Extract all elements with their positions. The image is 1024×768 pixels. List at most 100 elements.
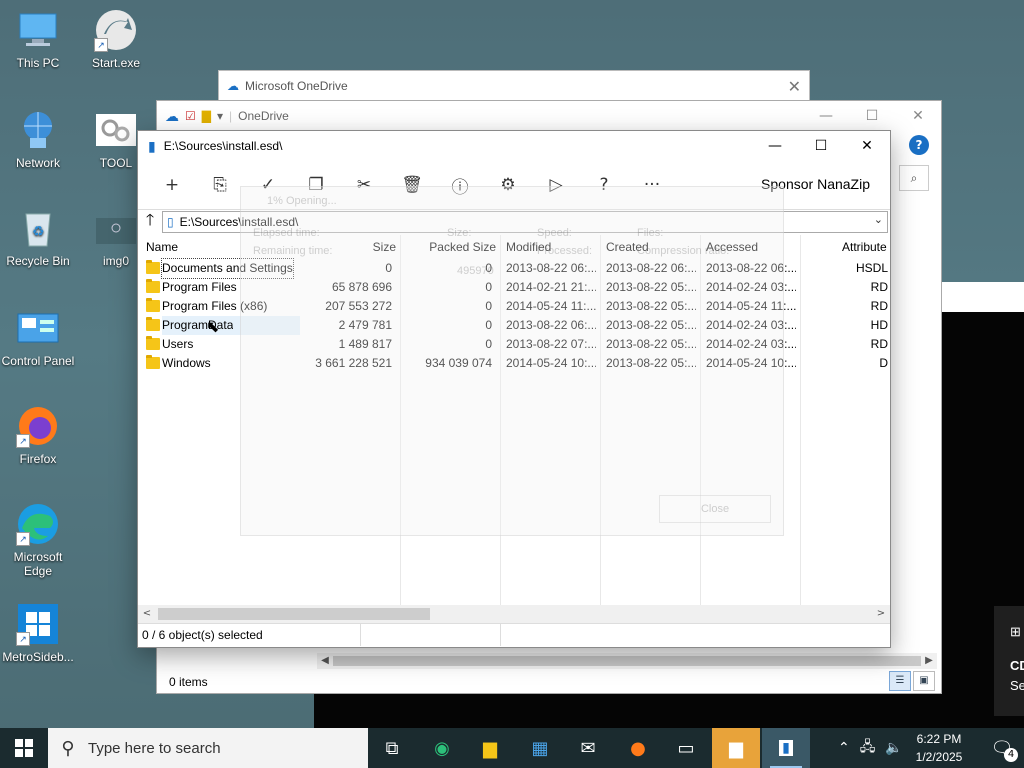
- windows-logo-icon: [15, 739, 33, 757]
- edge-taskbar-icon[interactable]: ◉: [418, 728, 466, 768]
- folder-icon: [146, 298, 160, 312]
- desktop-icon-label: Firefox: [19, 452, 57, 466]
- explorer-maximize-button[interactable]: ☐: [849, 101, 895, 131]
- desktop-icon-label: Recycle Bin: [6, 254, 70, 268]
- quick-access-dropdown-icon[interactable]: ▾: [217, 109, 223, 123]
- desktop-icon-label: Control Panel: [1, 354, 75, 368]
- onedrive-window-title: Microsoft OneDrive: [245, 79, 348, 93]
- desktop-icon-start-exe[interactable]: ↗ Start.exe: [76, 8, 156, 70]
- properties-icon[interactable]: ☑: [185, 109, 196, 123]
- ghost-close-button: Close: [659, 495, 771, 523]
- store-taskbar-icon[interactable]: ▦: [516, 728, 564, 768]
- row-attributes: HSDL: [855, 261, 888, 275]
- mail-taskbar-icon[interactable]: ✉: [564, 728, 612, 768]
- background-window-strip: [936, 282, 1024, 312]
- clock-time: 6:22 PM: [916, 732, 962, 746]
- desktop-icon-metro-sidebar[interactable]: ↗ MetroSideb...: [0, 602, 78, 664]
- desktop-icon-label: This PC: [16, 56, 60, 70]
- desktop-icon-this-pc[interactable]: This PC: [0, 8, 78, 70]
- explorer-help-button[interactable]: ?: [909, 135, 929, 155]
- desktop-icon-label: Network: [15, 156, 60, 170]
- clock-date: 1/2/2025: [915, 750, 963, 764]
- explorer-minimize-button[interactable]: —: [803, 101, 849, 131]
- status-segment: [360, 624, 501, 646]
- explorer-horizontal-scrollbar[interactable]: ◀ ▶: [317, 653, 937, 669]
- onedrive-close-button[interactable]: ✕: [788, 77, 801, 96]
- folder-icon: [146, 317, 160, 331]
- scroll-thumb[interactable]: [158, 608, 430, 620]
- column-header-name[interactable]: Name: [146, 237, 178, 257]
- ghost-label: Speed:: [537, 227, 572, 239]
- notification-toast[interactable]: ⊞ CD Se: [994, 606, 1024, 716]
- network-tray-icon[interactable]: 🖧: [860, 736, 876, 760]
- large-icons-view-icon[interactable]: ▣: [913, 671, 935, 691]
- terminal-taskbar-icon[interactable]: ▭: [662, 728, 710, 768]
- explorer-status-text: 0 items: [169, 675, 208, 689]
- toast-text: Se: [1010, 678, 1024, 693]
- toast-title: CD: [1010, 658, 1024, 673]
- volume-muted-icon[interactable]: 🔈: [885, 740, 902, 756]
- row-name: Program Files: [162, 280, 237, 294]
- scroll-left-icon[interactable]: <: [138, 605, 156, 623]
- desktop-icon-label: MetroSideb...: [2, 650, 74, 664]
- row-name: ProgramData: [162, 318, 234, 332]
- search-icon: ⚲: [61, 737, 75, 758]
- column-header-attributes[interactable]: Attribute: [842, 237, 890, 257]
- explorer-search-icon[interactable]: ⌕: [899, 165, 929, 191]
- recycle-bin-icon: ♻: [16, 206, 60, 250]
- task-view-icon[interactable]: ⧉: [368, 728, 416, 768]
- scroll-right-icon[interactable]: >: [872, 605, 890, 623]
- chevron-up-icon[interactable]: ⌃: [838, 740, 850, 756]
- system-tray: ⌃ 🖧 🔈: [838, 728, 903, 768]
- shortcut-arrow-icon: ↗: [16, 434, 30, 448]
- shortcut-arrow-icon: ↗: [16, 632, 30, 646]
- nanazip-window-title: E:\Sources\install.esd\: [163, 139, 283, 153]
- nanazip-taskbar-icon[interactable]: ▮: [762, 728, 810, 768]
- row-attributes: HD: [870, 318, 888, 332]
- folder-icon: [146, 355, 160, 369]
- clock[interactable]: 6:22 PM 1/2/2025: [906, 730, 972, 766]
- ghost-label: Processed:: [537, 245, 593, 257]
- folder-icon[interactable]: ▇: [202, 109, 211, 123]
- onedrive-cloud-icon: ☁: [165, 107, 179, 124]
- ghost-label: Compression ratio:: [637, 245, 730, 257]
- desktop-icon-control-panel[interactable]: Control Panel: [0, 306, 78, 368]
- explorer-close-button[interactable]: ✕: [895, 101, 941, 131]
- extract-icon[interactable]: ⎘: [196, 165, 244, 205]
- svg-text:♻: ♻: [32, 223, 45, 239]
- add-icon[interactable]: +: [148, 165, 196, 205]
- horizontal-scrollbar[interactable]: < >: [138, 605, 890, 623]
- start-button[interactable]: [0, 728, 48, 768]
- chevron-down-icon[interactable]: ⌄: [874, 213, 883, 226]
- row-name: Users: [162, 337, 194, 351]
- metro-sidebar-icon: ↗: [16, 602, 60, 646]
- folder-icon: [146, 336, 160, 350]
- action-center-button[interactable]: 🗨 4: [980, 728, 1024, 768]
- network-icon: [16, 108, 60, 152]
- file-explorer-taskbar-icon[interactable]: ▆: [466, 728, 514, 768]
- taskbar-search-box[interactable]: ⚲ Type here to search: [48, 728, 368, 768]
- desktop-icon-network[interactable]: Network: [0, 108, 78, 170]
- nanazip-minimize-button[interactable]: —: [752, 131, 798, 161]
- scroll-left-icon[interactable]: ◀: [317, 653, 333, 669]
- status-bar: 0 / 6 object(s) selected: [138, 623, 890, 646]
- desktop-icon-recycle-bin[interactable]: ♻ Recycle Bin: [0, 206, 78, 268]
- ghost-title: 1% Opening...: [267, 195, 337, 207]
- nanazip-maximize-button[interactable]: ☐: [798, 131, 844, 161]
- onedrive-explorer-taskbar-icon[interactable]: ▆: [712, 728, 760, 768]
- ghost-value: 495970: [457, 265, 494, 277]
- desktop-icon-edge[interactable]: ↗ Microsoft Edge: [0, 502, 78, 578]
- firefox-taskbar-icon[interactable]: ●: [614, 728, 662, 768]
- details-view-icon[interactable]: ☰: [889, 671, 911, 691]
- row-attributes: RD: [870, 299, 888, 313]
- ghost-progress-dialog: 1% Opening... Elapsed time: Remaining ti…: [240, 186, 784, 536]
- desktop-icon-label: Start.exe: [91, 56, 141, 70]
- scroll-thumb[interactable]: [333, 656, 921, 666]
- scroll-right-icon[interactable]: ▶: [921, 653, 937, 669]
- desktop-icon-firefox[interactable]: ↗ Firefox: [0, 404, 78, 466]
- nanazip-close-button[interactable]: ✕: [844, 131, 890, 161]
- row-name: Windows: [162, 356, 211, 370]
- control-panel-icon: [16, 306, 60, 350]
- ghost-label: Files:: [637, 227, 664, 239]
- up-folder-icon[interactable]: 🡑: [138, 209, 162, 236]
